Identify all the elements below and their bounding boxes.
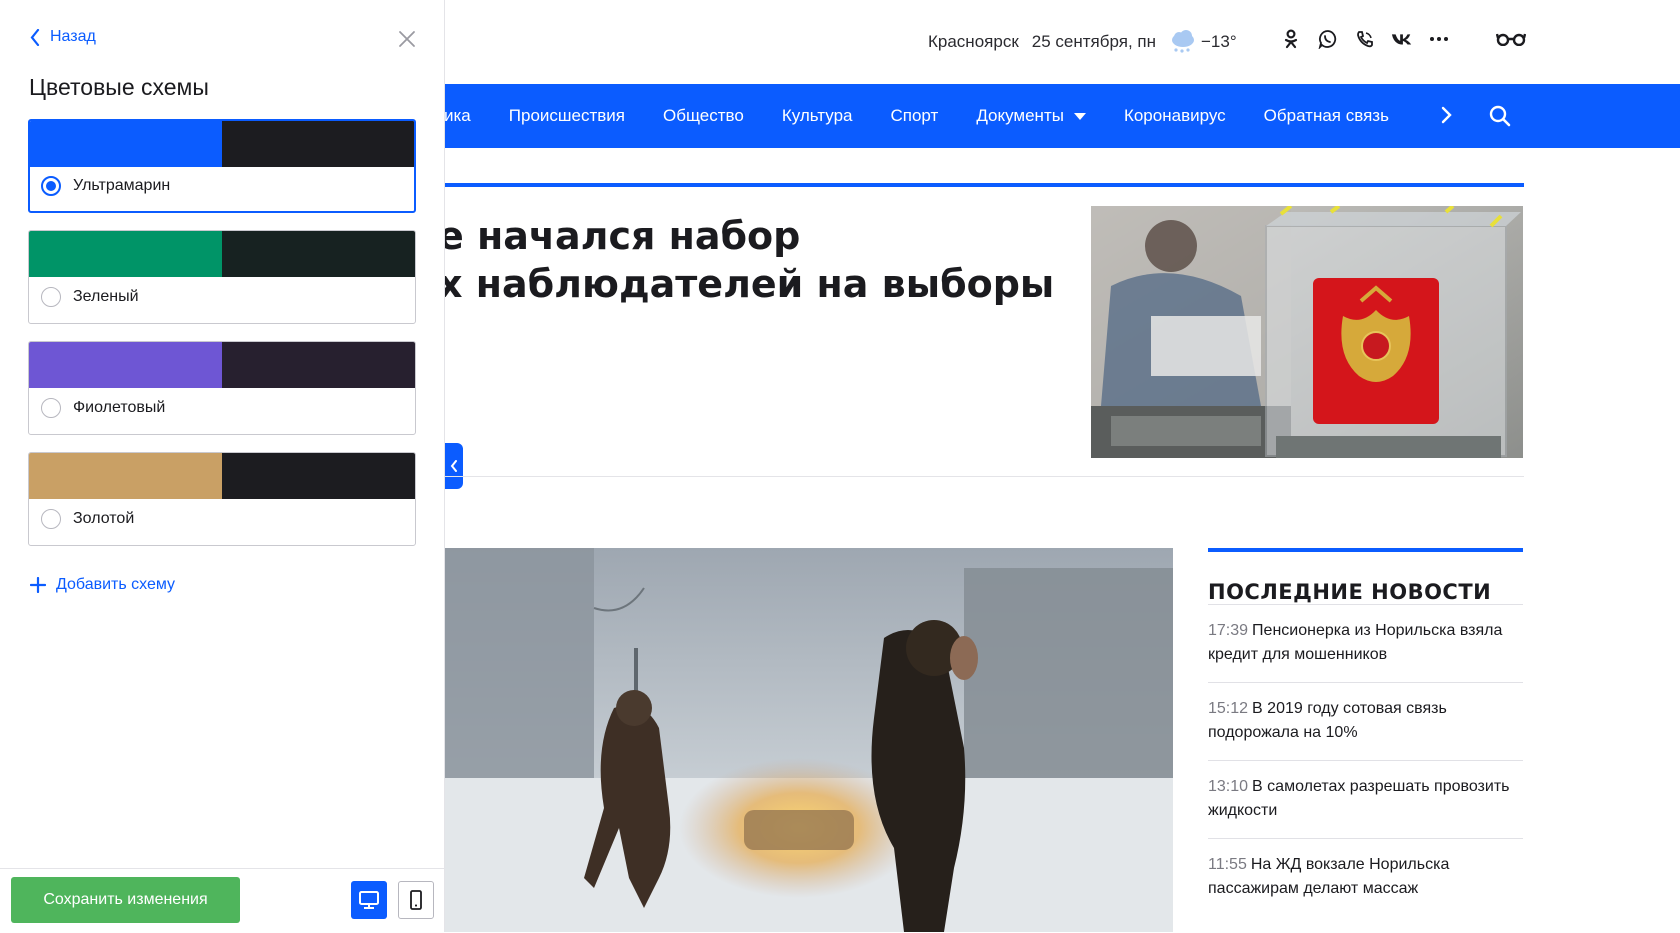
news-item[interactable]: 13:10 В самолетах разрешать провозить жид… — [1208, 760, 1523, 838]
scheme-swatch — [30, 121, 414, 167]
scheme-swatch — [29, 453, 415, 499]
content-divider — [444, 476, 1524, 477]
scheme-label: Ультрамарин — [73, 177, 171, 194]
scheme-label: Фиолетовый — [73, 399, 166, 416]
nav-item-culture[interactable]: Культура — [782, 106, 853, 126]
news-time: 15:12 — [1208, 700, 1249, 717]
news-time: 13:10 — [1208, 778, 1249, 795]
city-label[interactable]: Красноярск — [928, 32, 1019, 52]
news-text: Пенсионерка из Норильска взяла кредит дл… — [1208, 622, 1503, 663]
vk-icon[interactable] — [1391, 28, 1413, 50]
nav-item-society[interactable]: Общество — [663, 106, 744, 126]
add-scheme-label: Добавить схему — [56, 576, 176, 593]
scheme-swatch — [29, 342, 415, 388]
swatch-dark — [222, 121, 414, 167]
nav-item-feedback[interactable]: Обратная связь — [1264, 106, 1389, 126]
color-scheme-panel: Назад Цветовые схемы Ультрамарин Зеленый — [0, 0, 444, 932]
glasses-icon[interactable] — [1496, 28, 1526, 50]
viber-icon[interactable] — [1354, 28, 1376, 50]
featured-headline[interactable]: е начался набор х наблюдателей на выборы… — [444, 212, 1064, 308]
odnoklassniki-icon[interactable] — [1280, 28, 1302, 50]
news-time: 11:55 — [1208, 856, 1247, 873]
scheme-violet[interactable]: Фиолетовый — [28, 341, 416, 435]
swatch-primary — [29, 231, 222, 277]
radio-unselected[interactable] — [41, 287, 61, 307]
chevron-right-icon[interactable] — [1440, 104, 1454, 126]
swatch-dark — [222, 342, 415, 388]
whatsapp-icon[interactable] — [1317, 28, 1339, 50]
news-item[interactable]: 15:12 В 2019 году сотовая связь подорожал… — [1208, 682, 1523, 760]
radio-selected[interactable] — [41, 176, 61, 196]
social-icons — [1280, 28, 1541, 50]
swatch-primary — [29, 342, 222, 388]
snow-cloud-icon — [1170, 30, 1196, 54]
nav-item-documents[interactable]: Документы — [976, 106, 1086, 126]
more-icon[interactable] — [1428, 28, 1450, 50]
news-item[interactable]: 11:55 На ЖД вокзале Норильска пассажирам … — [1208, 838, 1523, 916]
desktop-view-button[interactable] — [351, 881, 387, 919]
plus-icon — [30, 577, 46, 593]
nav-item-documents-label: Документы — [976, 106, 1064, 125]
mobile-icon — [410, 890, 422, 910]
swatch-dark — [222, 231, 415, 277]
nav-item-incidents[interactable]: Происшествия — [509, 106, 625, 126]
panel-title: Цветовые схемы — [29, 74, 209, 100]
radio-unselected[interactable] — [41, 398, 61, 418]
desktop-icon — [359, 891, 379, 909]
caret-down-icon — [1073, 112, 1086, 120]
swatch-primary — [30, 121, 222, 167]
main-nav: ика Происшествия Общество Культура Спорт… — [444, 84, 1680, 148]
date-label: 25 сентября, пн — [1031, 32, 1156, 51]
nav-item-coronavirus[interactable]: Коронавирус — [1124, 106, 1226, 126]
nav-item-sport[interactable]: Спорт — [891, 106, 939, 126]
ballot-box-photo[interactable] — [1091, 206, 1523, 458]
search-icon[interactable] — [1488, 104, 1512, 128]
scheme-gold[interactable]: Золотой — [28, 452, 416, 546]
mobile-view-button[interactable] — [398, 881, 434, 919]
scheme-green[interactable]: Зеленый — [28, 230, 416, 324]
latest-news-title: ПОСЛЕДНИЕ НОВОСТИ — [1208, 580, 1492, 604]
latest-news-divider — [1208, 548, 1523, 552]
add-scheme-button[interactable]: Добавить схему — [30, 576, 175, 594]
scheme-ultramarine[interactable]: Ультрамарин — [28, 119, 416, 213]
section-divider — [444, 183, 1524, 187]
radio-unselected[interactable] — [41, 509, 61, 529]
headline-line-1: е начался набор — [444, 214, 801, 258]
collapse-panel-button[interactable] — [445, 443, 463, 489]
scheme-label: Зеленый — [73, 288, 139, 305]
back-link[interactable]: Назад — [30, 28, 96, 46]
news-item[interactable]: 17:39 Пенсионерка из Норильска взяла кред… — [1208, 604, 1523, 682]
headline-line-2: х наблюдателей на выборы в — [444, 262, 1064, 306]
header-info: Красноярск 25 сентября, пн −13° — [928, 30, 1237, 54]
save-button[interactable]: Сохранить изменения — [11, 877, 240, 923]
scheme-label: Золотой — [73, 510, 135, 527]
temperature-label: −13° — [1200, 32, 1237, 51]
scheme-swatch — [29, 231, 415, 277]
swatch-dark — [222, 453, 415, 499]
news-time: 17:39 — [1208, 622, 1249, 639]
back-label: Назад — [50, 28, 96, 45]
panel-footer: Сохранить изменения — [0, 868, 444, 933]
swatch-primary — [29, 453, 222, 499]
site-header: Красноярск 25 сентября, пн −13° — [444, 0, 1680, 84]
chevron-left-icon — [30, 28, 40, 46]
news-text: В самолетах разрешать провозить жидкости — [1208, 778, 1510, 819]
close-icon[interactable] — [398, 30, 416, 48]
latest-news: ПОСЛЕДНИЕ НОВОСТИ 17:39 Пенсионерка из Но… — [1208, 548, 1523, 916]
snowstorm-photo[interactable] — [444, 548, 1173, 932]
nav-item-partial[interactable]: ика — [444, 106, 471, 126]
